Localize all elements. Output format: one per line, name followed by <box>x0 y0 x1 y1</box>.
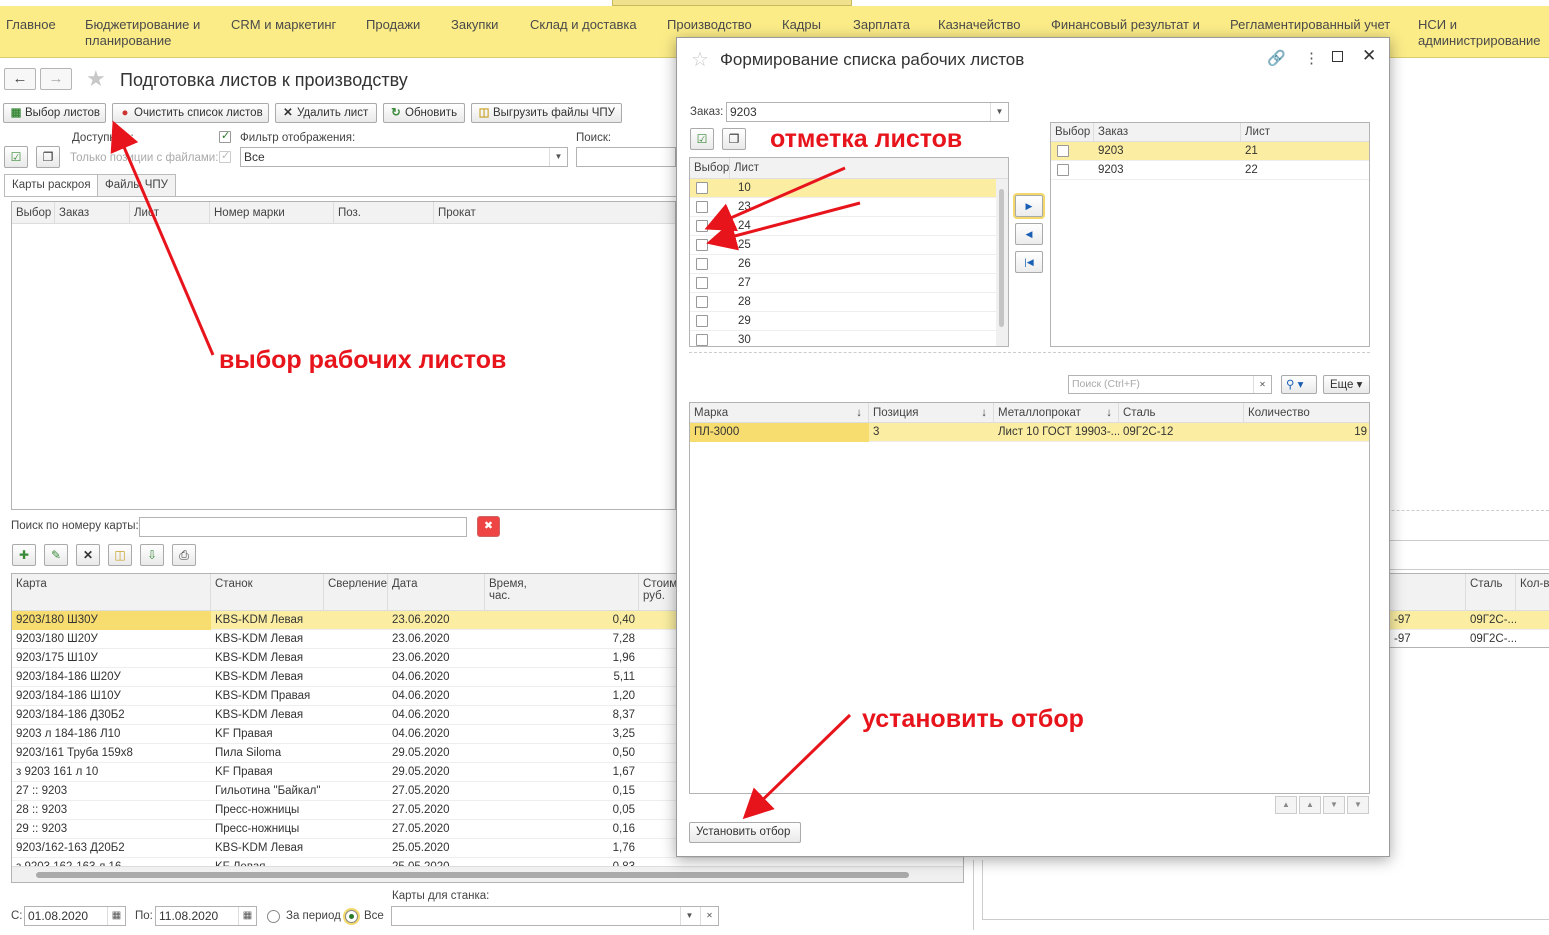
arrow-to-select-sheets <box>110 120 215 356</box>
arrow-to-sheet-25 <box>706 201 861 251</box>
annotation-select-sheets: выбор рабочих листов <box>219 346 507 374</box>
arrow-to-sheet-24 <box>704 166 846 232</box>
arrow-to-set-filter <box>742 713 852 820</box>
annotation-mark-sheets: отметка листов <box>770 125 963 153</box>
annotation-set-filter: установить отбор <box>862 705 1084 733</box>
